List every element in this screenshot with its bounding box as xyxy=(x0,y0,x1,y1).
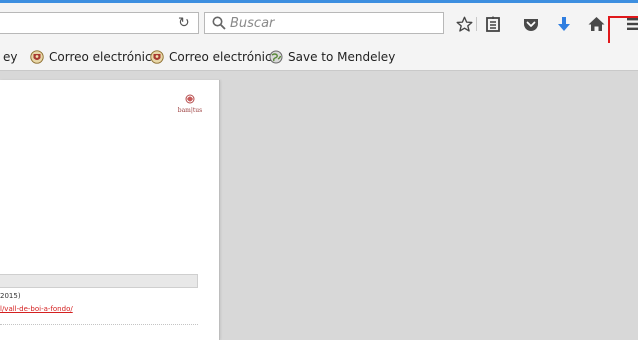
bookmark-star-button[interactable] xyxy=(454,15,474,33)
home-button[interactable] xyxy=(586,15,606,33)
reading-list-icon xyxy=(486,16,500,32)
url-bar[interactable]: ↻ xyxy=(0,12,199,34)
downloads-button[interactable] xyxy=(554,15,574,33)
star-icon xyxy=(456,16,472,32)
toolbar-separator xyxy=(476,17,477,31)
bookmark-label: Correo electrónico xyxy=(169,50,279,64)
document-page: bam|tus 2015) l/vall-de-boi-a-fondo/ xyxy=(0,80,220,340)
bookmark-label: Correo electrónico xyxy=(49,50,159,64)
logo-text: bam|tus xyxy=(177,107,203,114)
navigation-toolbar: ↻ Buscar xyxy=(0,3,638,43)
pocket-button[interactable] xyxy=(521,15,541,33)
logo-emblem-icon xyxy=(185,94,195,104)
reload-icon[interactable]: ↻ xyxy=(178,16,192,30)
crest-icon xyxy=(30,50,44,64)
bookmark-correo-2[interactable]: Correo electrónico xyxy=(150,49,279,65)
search-input[interactable]: Buscar xyxy=(204,12,444,34)
search-icon xyxy=(212,16,226,30)
bookmark-item[interactable]: ey xyxy=(3,49,17,65)
content-bar xyxy=(0,274,198,288)
article-link[interactable]: l/vall-de-boi-a-fondo/ xyxy=(0,305,73,313)
site-logo: bam|tus xyxy=(172,92,208,118)
home-icon xyxy=(588,17,604,31)
globe-icon xyxy=(269,50,283,64)
pocket-icon xyxy=(524,18,538,31)
search-placeholder: Buscar xyxy=(230,16,275,31)
bookmark-mendeley[interactable]: Save to Mendeley xyxy=(269,49,395,65)
bookmark-correo-1[interactable]: Correo electrónico xyxy=(30,49,159,65)
date-text: 2015) xyxy=(0,292,21,300)
bookmark-label: ey xyxy=(3,50,18,64)
reading-list-button[interactable] xyxy=(483,15,503,33)
bookmarks-toolbar: ey Correo electrónico Correo electrónico… xyxy=(0,43,638,71)
bookmark-label: Save to Mendeley xyxy=(288,50,396,64)
divider xyxy=(0,324,198,326)
download-icon xyxy=(558,17,570,31)
crest-icon xyxy=(150,50,164,64)
